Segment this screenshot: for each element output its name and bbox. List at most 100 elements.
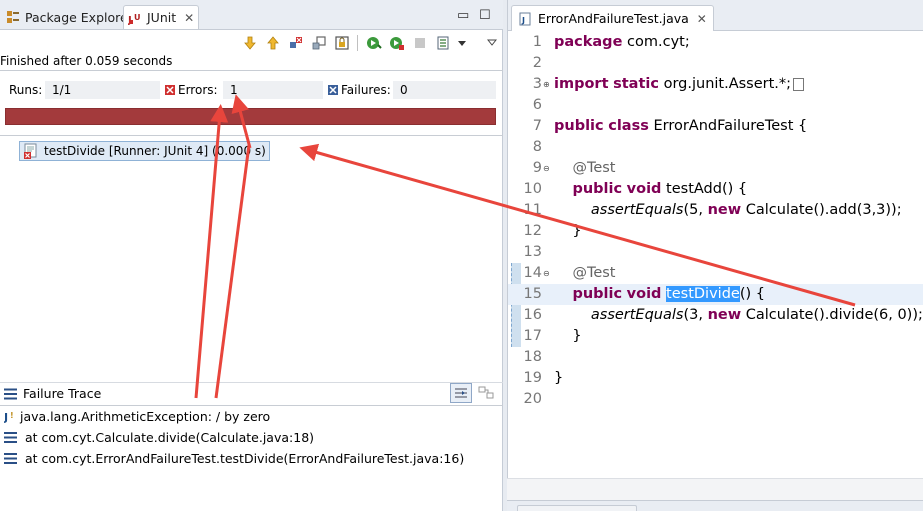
tab-junit[interactable]: J U JUnit ✕ (123, 5, 200, 29)
code-text: assertEquals(5, new Calculate().add(3,3)… (590, 202, 902, 218)
code-line[interactable]: 19} (508, 368, 923, 389)
code-line[interactable]: 16 assertEquals(3, new Calculate().divid… (508, 305, 923, 326)
code-line[interactable]: 13 (508, 242, 923, 263)
arrow-up-icon (266, 36, 279, 50)
code-text: @Test (572, 160, 616, 176)
rerun-failed-first-button[interactable] (387, 34, 406, 53)
line-number: 16 (523, 307, 542, 323)
code-line[interactable]: 17 } (508, 326, 923, 347)
code-text: import static org.junit.Assert.*; (554, 74, 805, 95)
code-text: public void testDivide() { (572, 286, 765, 302)
stack-frame-icon (4, 453, 17, 464)
code-line[interactable]: 9 ⊖ @Test (508, 158, 923, 179)
code-line[interactable]: 3 ⊕ import static org.junit.Assert.*; (508, 74, 923, 95)
failure-trace-toolbar (450, 383, 497, 403)
trace-line-text: at com.cyt.Calculate.divide(Calculate.ja… (25, 430, 315, 445)
close-icon[interactable]: ✕ (184, 11, 194, 25)
divider (0, 70, 503, 71)
line-number: 3 (532, 76, 542, 92)
next-failure-button[interactable] (240, 34, 259, 53)
failures-value: 0 (393, 81, 496, 99)
code-line[interactable]: 20 (508, 389, 923, 410)
trace-line[interactable]: at com.cyt.Calculate.divide(Calculate.ja… (0, 427, 503, 448)
failures-label: Failures: (341, 83, 391, 97)
minimize-icon[interactable]: ▭ (457, 8, 469, 23)
code-line[interactable]: 12 } (508, 221, 923, 242)
lock-icon (334, 36, 349, 50)
fold-collapse-icon[interactable]: ⊖ (543, 165, 551, 173)
test-tree-item[interactable]: testDivide [Runner: JUnit 4] (0.000 s) (19, 141, 270, 161)
trace-line-text: java.lang.ArithmeticException: / by zero (20, 409, 271, 424)
code-line[interactable]: 14 ⊖ @Test (508, 263, 923, 284)
history-dropdown-button[interactable] (456, 34, 468, 53)
bottom-panel-strip (507, 500, 923, 511)
line-number: 19 (523, 370, 542, 386)
editor-tab-label: ErrorAndFailureTest.java (538, 11, 689, 26)
code-line[interactable]: 1 package com.cyt; (508, 32, 923, 53)
tab-package-explorer[interactable]: Package Explorer (2, 5, 137, 29)
bottom-panel-tab[interactable] (517, 505, 637, 511)
line-number: 14 (523, 265, 542, 281)
failure-trace-list: J ! java.lang.ArithmeticException: / by … (0, 405, 503, 469)
line-number: 8 (532, 139, 542, 155)
code-text: package com.cyt; (554, 34, 690, 50)
junit-toolbar (240, 33, 501, 53)
scroll-lock-button[interactable] (309, 34, 328, 53)
code-text: } (554, 370, 564, 386)
scroll-lock-icon (312, 36, 326, 50)
horizontal-scrollbar[interactable] (507, 478, 923, 500)
close-icon[interactable]: ✕ (697, 12, 707, 26)
line-number: 10 (523, 181, 542, 197)
filter-stack-trace-button[interactable] (450, 383, 472, 403)
tab-junit-label: JUnit (147, 10, 177, 25)
view-menu-button[interactable] (482, 34, 501, 53)
code-line[interactable]: 18 (508, 347, 923, 368)
code-line[interactable]: 8 (508, 137, 923, 158)
maximize-icon[interactable]: ☐ (479, 8, 491, 23)
code-text: @Test (572, 265, 616, 281)
line-number: 18 (523, 349, 542, 365)
code-line[interactable]: 6 (508, 95, 923, 116)
fold-expand-icon[interactable]: ⊕ (543, 81, 551, 89)
rerun-icon (366, 37, 382, 49)
previous-failure-button[interactable] (263, 34, 282, 53)
stop-button[interactable] (410, 34, 429, 53)
chevron-down-icon (458, 41, 466, 46)
code-text: public void testAdd() { (572, 181, 748, 197)
errors-value: 1 (223, 81, 323, 99)
trace-line[interactable]: J ! java.lang.ArithmeticException: / by … (0, 406, 503, 427)
svg-text:U: U (134, 13, 141, 22)
editor-tab-bar: J ErrorAndFailureTest.java ✕ (508, 0, 923, 31)
line-number: 6 (532, 97, 542, 113)
folded-imports-icon[interactable] (793, 77, 805, 91)
show-failures-only-button[interactable] (286, 34, 305, 53)
svg-text:J: J (521, 16, 525, 25)
code-line[interactable]: 15 public void testDivide() { (508, 284, 923, 305)
error-icon (165, 85, 175, 95)
code-text: assertEquals(3, new Calculate().divide(6… (590, 307, 923, 323)
trace-line-text: at com.cyt.ErrorAndFailureTest.testDivid… (25, 451, 465, 466)
lock-button[interactable] (332, 34, 351, 53)
tab-editor-file[interactable]: J ErrorAndFailureTest.java ✕ (511, 5, 714, 31)
run-status-text: Finished after 0.059 seconds (0, 54, 173, 68)
trace-line[interactable]: at com.cyt.ErrorAndFailureTest.testDivid… (0, 448, 503, 469)
test-history-button[interactable] (433, 34, 452, 53)
failure-trace-icon (4, 388, 17, 400)
code-text: } (554, 328, 582, 344)
rerun-test-button[interactable] (364, 34, 383, 53)
filter-stack-icon (455, 388, 467, 398)
compare-result-button[interactable] (475, 383, 497, 403)
fold-collapse-icon[interactable]: ⊖ (543, 270, 551, 278)
failure-icon (328, 85, 338, 95)
code-line[interactable]: 7 public class ErrorAndFailureTest { (508, 116, 923, 137)
code-line[interactable]: 11 assertEquals(5, new Calculate().add(3… (508, 200, 923, 221)
test-error-icon (24, 143, 37, 159)
code-line[interactable]: 2 (508, 53, 923, 74)
history-icon (437, 36, 448, 50)
code-line[interactable]: 10 public void testAdd() { (508, 179, 923, 200)
line-number: 12 (523, 223, 542, 239)
line-number: 11 (523, 202, 542, 218)
test-tree-item-label: testDivide [Runner: JUnit 4] (0.000 s) (44, 144, 266, 158)
stack-frame-icon (4, 432, 17, 443)
toolbar-separator (357, 35, 358, 51)
